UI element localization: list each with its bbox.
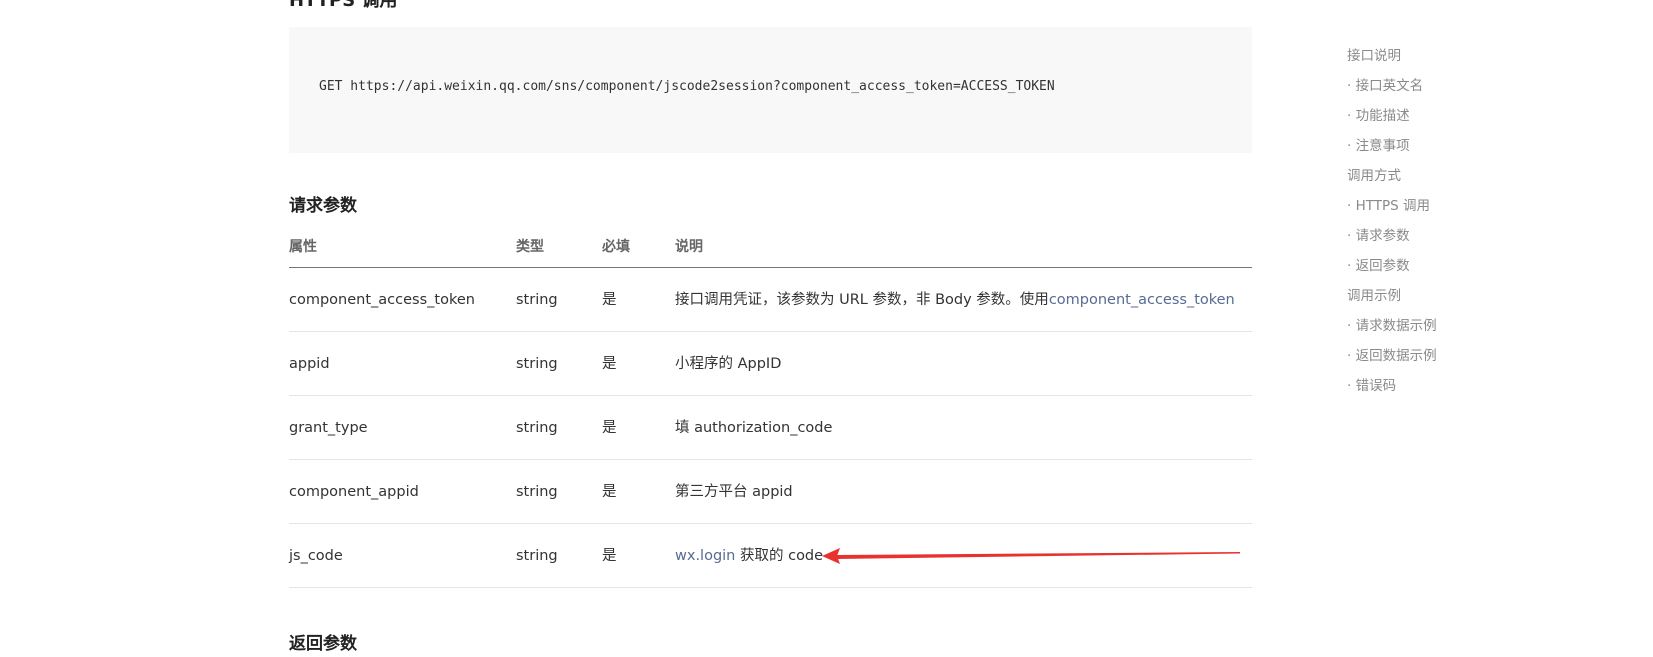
param-type: string — [516, 548, 558, 564]
param-name: component_appid — [289, 484, 419, 500]
header-required: 必填 — [602, 239, 630, 255]
param-name: appid — [289, 356, 330, 372]
description-text: 获取的 code — [735, 548, 824, 564]
header-attribute: 属性 — [289, 239, 317, 255]
red-arrow-annotation — [822, 548, 1240, 564]
request-url-code: GET https://api.weixin.qq.com/sns/compon… — [319, 79, 1055, 94]
toc-item-return-params[interactable]: · 返回参数 — [1347, 251, 1437, 281]
param-description: 小程序的 AppID — [675, 356, 782, 372]
params-table: 属性 类型 必填 说明 component_access_token strin… — [289, 226, 1252, 588]
param-type: string — [516, 420, 558, 436]
param-name: component_access_token — [289, 292, 475, 308]
https-call-heading: HTTPS 调用 — [289, 0, 398, 11]
toc-item-response-example[interactable]: · 返回数据示例 — [1347, 341, 1437, 371]
param-required: 是 — [602, 292, 617, 308]
toc-item-https-call[interactable]: · HTTPS 调用 — [1347, 191, 1437, 221]
param-required: 是 — [602, 484, 617, 500]
toc-item-error-codes[interactable]: · 错误码 — [1347, 371, 1437, 401]
param-type: string — [516, 484, 558, 500]
table-row: grant_type string 是 填 authorization_code — [289, 396, 1252, 460]
toc-item-call-method[interactable]: 调用方式 — [1347, 161, 1437, 191]
param-required: 是 — [602, 420, 617, 436]
param-description: wx.login 获取的 code — [675, 546, 823, 566]
code-block: GET https://api.weixin.qq.com/sns/compon… — [289, 27, 1252, 153]
request-params-heading: 请求参数 — [289, 196, 357, 216]
table-of-contents: 接口说明 · 接口英文名 · 功能描述 · 注意事项 调用方式 · HTTPS … — [1347, 41, 1437, 401]
toc-item-request-example[interactable]: · 请求数据示例 — [1347, 311, 1437, 341]
return-params-heading: 返回参数 — [289, 634, 357, 654]
description-text: 接口调用凭证，该参数为 URL 参数，非 Body 参数。使用 — [675, 292, 1049, 308]
wx-login-link[interactable]: wx.login — [675, 548, 735, 564]
param-description: 第三方平台 appid — [675, 484, 793, 500]
table-header: 属性 类型 必填 说明 — [289, 226, 1252, 268]
table-row: component_access_token string 是 接口调用凭证，该… — [289, 268, 1252, 332]
table-row: appid string 是 小程序的 AppID — [289, 332, 1252, 396]
param-description: 接口调用凭证，该参数为 URL 参数，非 Body 参数。使用component… — [675, 290, 1235, 310]
param-type: string — [516, 292, 558, 308]
toc-item-request-params[interactable]: · 请求参数 — [1347, 221, 1437, 251]
toc-item-feature-description[interactable]: · 功能描述 — [1347, 101, 1437, 131]
arrow-shaft — [836, 552, 1240, 559]
component-access-token-link[interactable]: component_access_token — [1049, 292, 1235, 308]
param-name: grant_type — [289, 420, 368, 436]
table-row: component_appid string 是 第三方平台 appid — [289, 460, 1252, 524]
header-type: 类型 — [516, 239, 544, 255]
toc-item-notes[interactable]: · 注意事项 — [1347, 131, 1437, 161]
param-description: 填 authorization_code — [675, 420, 833, 436]
param-required: 是 — [602, 548, 617, 564]
toc-item-api-description[interactable]: 接口说明 — [1347, 41, 1437, 71]
toc-item-api-english-name[interactable]: · 接口英文名 — [1347, 71, 1437, 101]
param-type: string — [516, 356, 558, 372]
param-required: 是 — [602, 356, 617, 372]
param-name: js_code — [289, 548, 343, 564]
toc-item-call-examples[interactable]: 调用示例 — [1347, 281, 1437, 311]
header-description: 说明 — [675, 239, 703, 255]
